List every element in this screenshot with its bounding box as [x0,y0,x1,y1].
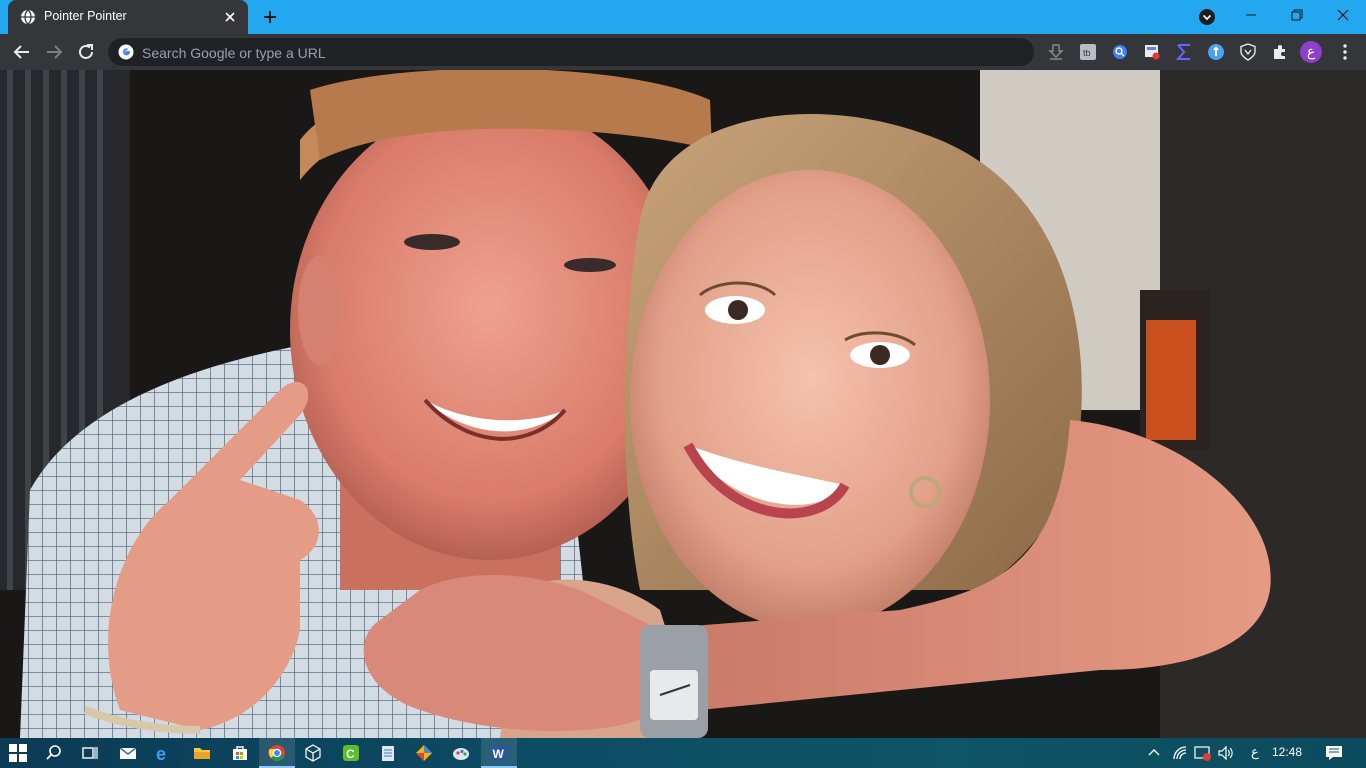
taskbar-word[interactable]: W [481,738,517,768]
kebab-menu-icon[interactable] [1336,43,1354,61]
taskbar-notepad[interactable] [370,738,406,768]
restore-icon[interactable] [1274,0,1320,30]
svg-text:C: C [346,747,355,761]
brave-shield-icon[interactable] [1239,43,1257,61]
input-language[interactable]: ع [1251,744,1259,760]
action-center[interactable] [1322,738,1346,768]
search-compass-icon[interactable] [1111,43,1129,61]
windows-taskbar: e C W ع 12:48 [0,738,1366,768]
volume-icon [1218,745,1233,761]
task-view-icon [82,747,98,759]
file-explorer-icon [194,748,210,759]
google-icon [118,44,134,60]
notification-icon [1326,746,1342,760]
globe-icon [21,9,35,25]
paint-icon [453,748,469,760]
arrow-left-icon[interactable] [10,40,34,64]
word-icon: W [491,745,507,761]
mail-icon [119,747,137,759]
tray-volume[interactable] [1216,738,1236,768]
windows-start-icon [9,744,27,762]
taskbar-clock[interactable]: 12:48 [1272,745,1302,759]
windows-start-button[interactable] [0,738,36,768]
tab-strip: Pointer Pointer [0,0,1366,34]
profile-avatar[interactable]: ع [1300,41,1322,63]
chrome-icon [268,745,285,761]
photo-of-couple [0,70,1366,738]
svg-text:e: e [156,744,166,762]
minimize-icon[interactable] [1228,0,1274,30]
window-close-icon[interactable] [1320,0,1366,30]
page-content-photo[interactable] [0,70,1366,738]
sigma-icon[interactable] [1175,43,1193,61]
taskbar-chrome[interactable] [259,738,295,768]
3d-viewer-icon [305,744,321,762]
svg-text:W: W [493,747,505,761]
browser-toolbar: Search Google or type a URL tb ع [0,34,1366,70]
taskbar-store[interactable] [222,738,258,768]
shield-blue-icon[interactable] [1207,43,1225,61]
tray-overflow[interactable] [1144,738,1164,768]
camtasia-icon: C [343,745,359,761]
task-view-button[interactable] [72,738,108,768]
taskbar-color-app[interactable] [406,738,442,768]
taskbar-search-button[interactable] [36,738,72,768]
svg-text:tb: tb [1083,48,1091,58]
wifi-icon [1173,746,1187,760]
taskbar-edge[interactable]: e [146,738,182,768]
plus-icon[interactable] [260,7,280,27]
extension-box-icon[interactable]: tb [1079,43,1097,61]
store-icon [233,746,247,760]
download-icon[interactable] [1047,43,1065,61]
arrow-right-icon[interactable] [42,40,66,64]
notepad-icon [382,746,394,761]
tray-wifi[interactable] [1170,738,1192,768]
monitor-alert-icon [1194,746,1211,761]
chevron-up-icon [1148,749,1160,756]
tab-title: Pointer Pointer [44,9,127,23]
taskbar-3d-viewer[interactable] [295,738,331,768]
puzzle-icon[interactable] [1271,43,1289,61]
tab-close-icon[interactable] [222,9,238,25]
taskbar-file-explorer[interactable] [184,738,220,768]
taskbar-paint[interactable] [443,738,479,768]
omnibox[interactable]: Search Google or type a URL [108,38,1034,66]
tab-search-icon[interactable] [1198,8,1216,26]
taskbar-camtasia[interactable]: C [333,738,369,768]
color-app-icon [416,745,432,761]
tab-pointer-pointer[interactable]: Pointer Pointer [8,0,248,34]
reload-icon[interactable] [74,40,98,64]
edge-icon: e [156,744,166,762]
bookmark-icon[interactable] [1143,43,1161,61]
search-icon [46,745,61,760]
omnibox-placeholder: Search Google or type a URL [142,45,326,61]
taskbar-mail[interactable] [110,738,146,768]
tray-battery-alert[interactable] [1193,738,1213,768]
